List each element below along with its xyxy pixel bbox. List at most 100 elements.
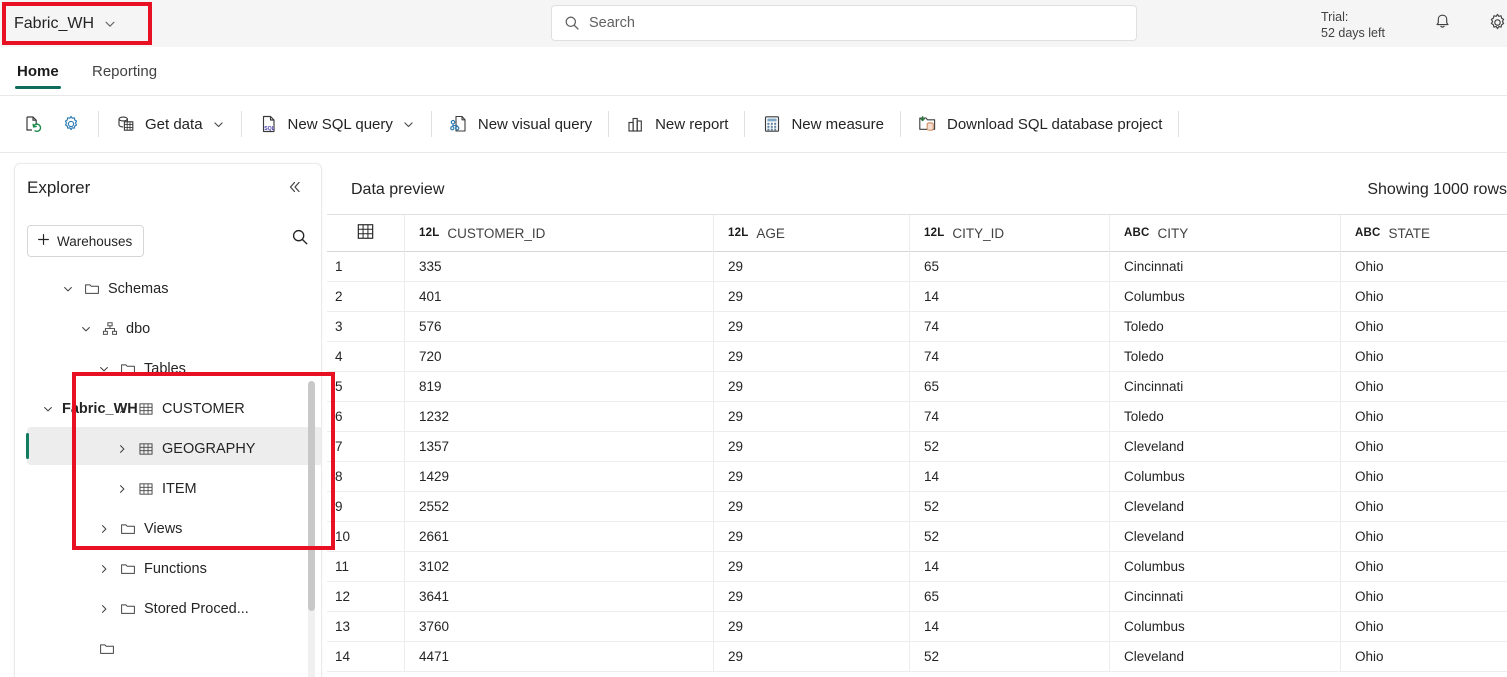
- new-report-button[interactable]: New report: [617, 107, 736, 141]
- add-warehouses-button[interactable]: Warehouses: [27, 225, 145, 257]
- command-toolbar: Get data SQL New SQL query New visual qu…: [0, 96, 1507, 153]
- get-data-button[interactable]: Get data: [107, 107, 233, 141]
- tab-reporting[interactable]: Reporting: [90, 47, 159, 95]
- sql-file-icon: SQL: [258, 113, 280, 135]
- tab-active-underline: [15, 86, 61, 89]
- trial-days-left: 52 days left: [1321, 26, 1385, 40]
- column-type-badge: 12L: [419, 227, 440, 239]
- tree-item-geography[interactable]: GEOGRAPHY: [115, 429, 255, 469]
- tree-item-tables[interactable]: Tables: [97, 349, 186, 389]
- column-header-city[interactable]: ABC CITY: [1110, 215, 1341, 251]
- download-sql-database-project-button[interactable]: Download SQL database project: [909, 107, 1170, 141]
- tree-item-partial[interactable]: [97, 629, 116, 669]
- table-cell: 819: [405, 371, 714, 401]
- table-row[interactable]: 9 2552 29 52 Cleveland Ohio: [327, 491, 1507, 522]
- column-header-city-id[interactable]: 12L CITY_ID: [910, 215, 1110, 251]
- column-header-age[interactable]: 12L AGE: [714, 215, 910, 251]
- table-row[interactable]: 10 2661 29 52 Cleveland Ohio: [327, 521, 1507, 552]
- table-row[interactable]: 4 720 29 74 Toledo Ohio: [327, 341, 1507, 372]
- table-cell: Cincinnati: [1110, 251, 1341, 281]
- table-row[interactable]: 12 3641 29 65 Cincinnati Ohio: [327, 581, 1507, 612]
- table-cell: 1429: [405, 461, 714, 491]
- column-type-badge: 12L: [728, 227, 749, 239]
- table-cell: Ohio: [1355, 498, 1384, 514]
- tree-item-item[interactable]: ITEM: [115, 469, 197, 509]
- folder-icon: [118, 561, 137, 577]
- table-cell: 14: [910, 461, 1110, 491]
- table-row[interactable]: 14 4471 29 52 Cleveland Ohio: [327, 641, 1507, 672]
- row-number-cell: 8: [327, 461, 405, 491]
- double-chevron-left-icon[interactable]: [287, 179, 303, 199]
- table-cell: Cleveland: [1110, 521, 1341, 551]
- visual-query-icon: [448, 113, 470, 135]
- toolbar-divider: [900, 111, 901, 137]
- tab-reporting-label: Reporting: [92, 62, 158, 80]
- new-visual-query-button[interactable]: New visual query: [440, 107, 600, 141]
- chevron-down-icon: [61, 283, 75, 295]
- chevron-down-icon: [41, 403, 55, 415]
- tree-item-schemas[interactable]: Schemas: [61, 269, 168, 309]
- search-input[interactable]: Search: [551, 5, 1137, 41]
- table-row[interactable]: 3 576 29 74 Toledo Ohio: [327, 311, 1507, 342]
- table-cell: Columbus: [1110, 611, 1341, 641]
- refresh-button[interactable]: [14, 107, 52, 141]
- warehouse-name-dropdown[interactable]: Fabric_WH: [14, 10, 117, 38]
- table-cell: 29: [714, 251, 910, 281]
- column-header-label: CITY_ID: [952, 225, 1005, 241]
- table-cell: Ohio: [1355, 258, 1384, 274]
- svg-text:SQL: SQL: [264, 126, 275, 132]
- column-header-rownum: [327, 215, 405, 251]
- refresh-icon: [22, 113, 44, 135]
- tree-item-views[interactable]: Views: [97, 509, 182, 549]
- new-sql-query-button[interactable]: SQL New SQL query: [250, 107, 423, 141]
- bell-icon[interactable]: [1432, 12, 1453, 38]
- table-cell: 65: [910, 581, 1110, 611]
- tree-item-customer[interactable]: CUSTOMER: [115, 389, 245, 429]
- folder-icon: [118, 601, 137, 617]
- table-cell: Cleveland: [1110, 491, 1341, 521]
- toolbar-divider: [98, 111, 99, 137]
- table-row[interactable]: 11 3102 29 14 Columbus Ohio: [327, 551, 1507, 582]
- tree-item-label: GEOGRAPHY: [162, 441, 256, 457]
- table-row[interactable]: 1 335 29 65 Cincinnati Ohio: [327, 251, 1507, 282]
- tab-home[interactable]: Home: [15, 47, 61, 95]
- tree-item-label: CUSTOMER: [162, 401, 245, 417]
- column-header-state[interactable]: ABC STATE: [1341, 215, 1507, 251]
- table-cell: Columbus: [1110, 281, 1341, 311]
- table-cell: 29: [714, 611, 910, 641]
- explorer-search-icon[interactable]: [291, 228, 309, 251]
- table-grid-icon: [356, 222, 375, 244]
- tree-item-dbo[interactable]: dbo: [79, 309, 150, 349]
- table-cell: 29: [714, 461, 910, 491]
- table-icon: [136, 441, 155, 457]
- table-cell: 29: [714, 341, 910, 371]
- table-cell: 1232: [405, 401, 714, 431]
- tree-item-label: Views: [144, 521, 183, 537]
- new-measure-button[interactable]: New measure: [753, 107, 892, 141]
- table-cell: Ohio: [1355, 648, 1384, 664]
- top-bar: Fabric_WH Search Trial: 52 days left: [0, 0, 1507, 47]
- table-row[interactable]: 7 1357 29 52 Cleveland Ohio: [327, 431, 1507, 462]
- toolbar-settings-button[interactable]: [52, 107, 90, 141]
- table-row[interactable]: 8 1429 29 14 Columbus Ohio: [327, 461, 1507, 492]
- table-cell: 401: [405, 281, 714, 311]
- table-row[interactable]: 6 1232 29 74 Toledo Ohio: [327, 401, 1507, 432]
- explorer-scrollbar-thumb[interactable]: [308, 381, 315, 611]
- table-row[interactable]: 13 3760 29 14 Columbus Ohio: [327, 611, 1507, 642]
- data-grid: 12L CUSTOMER_ID 12L AGE 12L CITY_ID ABC …: [327, 214, 1507, 677]
- table-cell: Ohio: [1355, 618, 1384, 634]
- gear-icon[interactable]: [1487, 12, 1507, 38]
- row-number-cell: 4: [327, 341, 405, 371]
- explorer-title: Explorer: [27, 178, 91, 197]
- calculator-icon: [761, 113, 783, 135]
- table-row[interactable]: 5 819 29 65 Cincinnati Ohio: [327, 371, 1507, 402]
- tree-item-functions[interactable]: Functions: [97, 549, 207, 589]
- table-row[interactable]: 2 401 29 14 Columbus Ohio: [327, 281, 1507, 312]
- chevron-down-icon: [103, 17, 117, 31]
- tree-item-stored-procedures[interactable]: Stored Proced...: [97, 589, 249, 629]
- table-cell: 14: [910, 551, 1110, 581]
- row-number-cell: 6: [327, 401, 405, 431]
- column-header-customer-id[interactable]: 12L CUSTOMER_ID: [405, 215, 714, 251]
- ribbon-tabs: Home Reporting: [0, 47, 1507, 96]
- toolbar-divider: [430, 111, 432, 137]
